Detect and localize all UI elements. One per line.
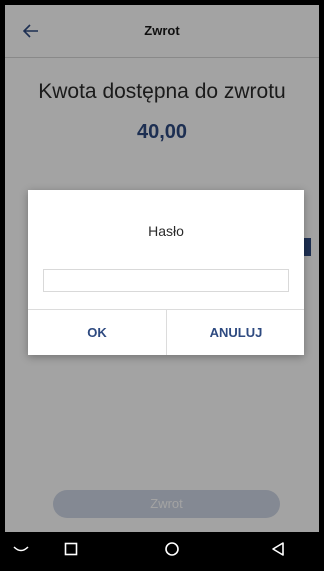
system-nav-bar [5,532,319,566]
back-triangle-icon[interactable] [268,539,288,559]
hide-keyboard-icon[interactable] [11,539,31,559]
cancel-button[interactable]: ANULUJ [167,310,305,355]
password-dialog: Hasło OK ANULUJ [28,190,304,355]
screen: Zwrot Kwota dostępna do zwrotu 40,00 Zwr… [5,5,319,532]
recents-icon[interactable] [61,539,81,559]
ok-button[interactable]: OK [28,310,166,355]
dialog-title: Hasło [148,223,184,239]
home-icon[interactable] [162,539,182,559]
password-input[interactable] [43,269,289,292]
